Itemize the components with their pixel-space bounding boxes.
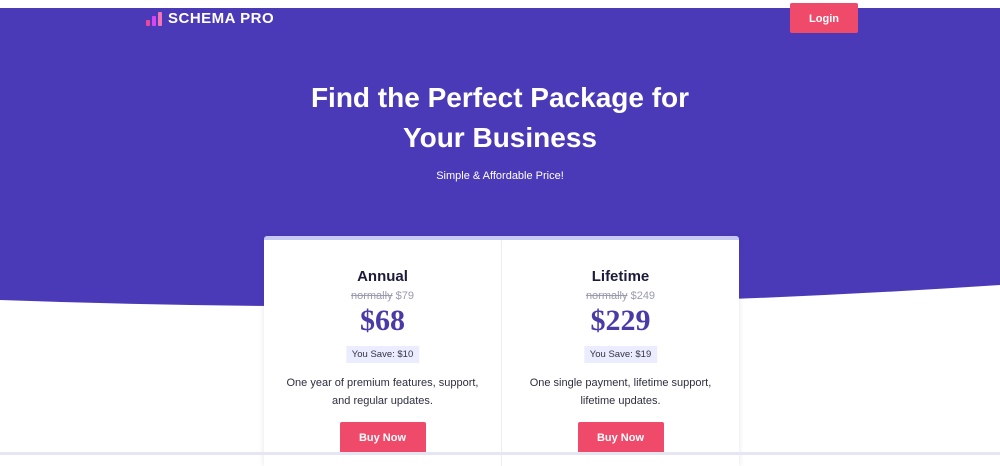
normally-label: normally [585,290,628,302]
savings-badge: You Save: $10 [345,346,420,363]
plan-card-annual: Annual normally $79 $68 You Save: $10 On… [264,240,501,466]
plan-normal-price: normally $249 [502,290,739,302]
brand-name: SCHEMA PRO [168,10,275,27]
page-title: Find the Perfect Package for Your Busine… [0,78,1000,158]
schema-pro-logo-icon [146,11,162,26]
page-title-line-1: Find the Perfect Package for [310,82,690,113]
normal-price-value: $79 [395,290,414,302]
pricing-cards: Annual normally $79 $68 You Save: $10 On… [264,236,739,466]
login-button[interactable]: Login [790,3,858,33]
plan-description: One single payment, lifetime support, li… [512,374,729,410]
plan-description-line: One year of premium features, support, [286,377,479,389]
buy-now-button-annual[interactable]: Buy Now [339,422,426,454]
plan-description-line: One single payment, lifetime support, [529,377,712,389]
plan-normal-price: normally $79 [264,290,501,302]
normal-price-value: $249 [630,290,656,302]
brand-logo[interactable]: SCHEMA PRO [146,10,274,27]
plan-description-line: and regular updates. [332,395,433,407]
plan-description-line: lifetime updates. [580,395,661,407]
buy-now-button-lifetime[interactable]: Buy Now [577,422,664,454]
plan-price: $229 [590,304,651,337]
page-subtitle: Simple & Affordable Price! [436,170,564,182]
plan-description: One year of premium features, support, a… [274,374,491,410]
plan-card-lifetime: Lifetime normally $249 $229 You Save: $1… [501,240,739,466]
plan-price: $68 [360,304,405,337]
plan-name: Lifetime [591,268,650,285]
normally-label: normally [351,290,393,302]
page-title-line-2: Your Business [403,122,597,153]
plan-name: Annual [357,268,408,285]
savings-badge: You Save: $19 [583,346,658,363]
